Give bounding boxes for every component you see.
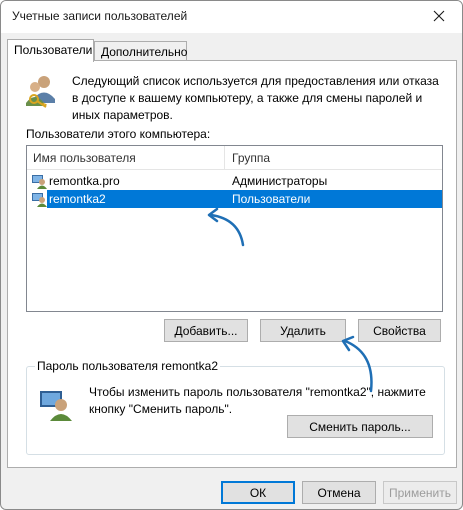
column-header-username[interactable]: Имя пользователя	[33, 151, 136, 165]
users-keys-icon	[26, 76, 55, 108]
close-icon	[433, 10, 445, 22]
user-group-cell: Администраторы	[232, 174, 328, 188]
user-name-cell: remontka2	[49, 192, 106, 206]
users-listview[interactable]: Имя пользователя Группа remontka.pro Адм…	[26, 145, 443, 312]
ok-button[interactable]: ОК	[221, 481, 295, 504]
tab-users[interactable]: Пользователи	[7, 39, 94, 62]
tab-panel-users: Следующий список используется для предос…	[7, 60, 457, 468]
add-user-button[interactable]: Добавить...	[164, 319, 248, 342]
tab-advanced[interactable]: Дополнительно	[94, 41, 187, 61]
column-header-group[interactable]: Группа	[232, 151, 270, 165]
password-group-title: Пароль пользователя remontka2	[35, 359, 220, 373]
user-row[interactable]: remontka.pro Администраторы	[27, 172, 442, 190]
tab-strip: Пользователи Дополнительно	[7, 39, 457, 62]
password-groupbox: Пароль пользователя remontka2 Чтобы изме…	[26, 359, 445, 455]
list-header: Имя пользователя Группа	[27, 146, 442, 170]
user-icon	[32, 193, 47, 207]
properties-button[interactable]: Свойства	[358, 319, 441, 342]
change-password-button[interactable]: Сменить пароль...	[287, 415, 433, 438]
user-icon	[32, 175, 47, 189]
user-password-icon	[40, 391, 72, 421]
cancel-button[interactable]: Отмена	[302, 481, 376, 504]
users-list-label: Пользователи этого компьютера:	[26, 127, 211, 141]
close-button[interactable]	[416, 1, 462, 31]
apply-button[interactable]: Применить	[383, 481, 457, 504]
remove-user-button[interactable]: Удалить	[260, 319, 346, 342]
user-row-selected[interactable]: remontka2 Пользователи	[27, 190, 442, 208]
intro-description: Следующий список используется для предос…	[72, 74, 439, 122]
user-name-cell: remontka.pro	[49, 174, 120, 188]
password-description: Чтобы изменить пароль пользователя "remo…	[89, 385, 426, 416]
title-bar: Учетные записи пользователей	[1, 1, 462, 33]
user-group-cell: Пользователи	[232, 192, 311, 206]
column-separator[interactable]	[224, 146, 225, 170]
user-accounts-dialog: Учетные записи пользователей Пользовател…	[0, 0, 463, 510]
window-title: Учетные записи пользователей	[12, 9, 188, 23]
